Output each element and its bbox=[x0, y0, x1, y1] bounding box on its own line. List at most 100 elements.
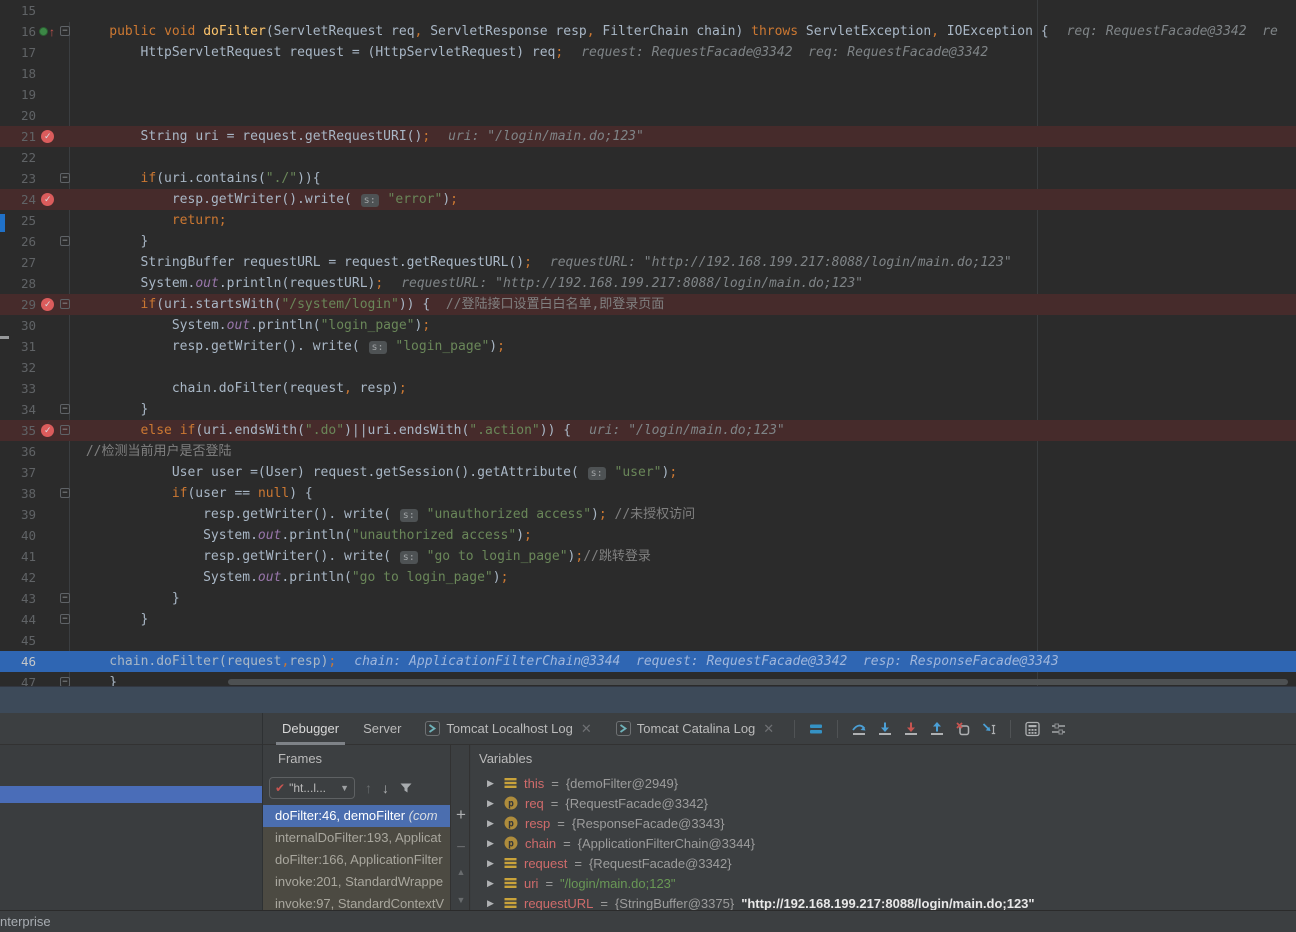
variable-row[interactable]: ▶uri="/login/main.do;123" bbox=[471, 873, 1296, 893]
variable-row[interactable]: ▶presp={ResponseFacade@3343} bbox=[471, 813, 1296, 833]
code-text[interactable] bbox=[76, 105, 1296, 126]
fold-open-icon[interactable]: − bbox=[60, 173, 70, 183]
code-text[interactable]: resp.getWriter().write( s: "error"); bbox=[76, 189, 1296, 210]
frame-up-button[interactable]: ↑ bbox=[365, 780, 372, 796]
fold-close-icon[interactable]: − bbox=[60, 677, 70, 686]
frame-row[interactable]: invoke:201, StandardWrappe bbox=[263, 871, 450, 893]
tab-tomcat-localhost-log[interactable]: Tomcat Localhost Log✕ bbox=[413, 713, 603, 745]
code-text[interactable]: HttpServletRequest request = (HttpServle… bbox=[76, 42, 1296, 63]
variable-row[interactable]: ▶request={RequestFacade@3342} bbox=[471, 853, 1296, 873]
frame-row[interactable]: invoke:97, StandardContextV bbox=[263, 893, 450, 910]
code-text[interactable]: StringBuffer requestURL = request.getReq… bbox=[76, 252, 1296, 273]
code-text[interactable]: System.out.println("unauthorized access"… bbox=[76, 525, 1296, 546]
close-icon[interactable]: ✕ bbox=[763, 721, 774, 737]
step-out-button[interactable] bbox=[924, 717, 950, 741]
code-text[interactable]: if(uri.contains("./")){ bbox=[76, 168, 1296, 189]
drop-frame-button[interactable] bbox=[950, 717, 976, 741]
variable-row[interactable]: ▶this={demoFilter@2949} bbox=[471, 773, 1296, 793]
param-hint-badge: s: bbox=[361, 194, 379, 207]
code-text[interactable]: } bbox=[76, 399, 1296, 420]
pause-button[interactable] bbox=[803, 717, 829, 741]
expand-triangle-icon[interactable]: ▶ bbox=[487, 798, 497, 809]
code-text[interactable]: //检测当前用户是否登陆 bbox=[76, 441, 1296, 462]
fold-open-icon[interactable]: − bbox=[60, 425, 70, 435]
variables-list: ▶this={demoFilter@2949}▶preq={RequestFac… bbox=[471, 773, 1296, 913]
thread-selector[interactable]: ✔ "ht...l... ▼ bbox=[269, 777, 355, 799]
filter-frames-button[interactable] bbox=[399, 781, 413, 795]
fold-close-icon[interactable]: − bbox=[60, 236, 70, 246]
force-step-into-button[interactable] bbox=[898, 717, 924, 741]
remove-watch-button[interactable]: − bbox=[451, 839, 471, 857]
code-text[interactable] bbox=[76, 147, 1296, 168]
code-text[interactable]: chain.doFilter(request, resp); bbox=[76, 378, 1296, 399]
move-up-button[interactable]: ▲ bbox=[451, 867, 471, 877]
expand-triangle-icon[interactable]: ▶ bbox=[487, 858, 497, 869]
code-text[interactable]: String uri = request.getRequestURI();uri… bbox=[76, 126, 1296, 147]
step-into-button[interactable] bbox=[872, 717, 898, 741]
close-icon[interactable]: ✕ bbox=[581, 721, 592, 737]
code-editor[interactable]: 1516↑−public void doFilter(ServletReques… bbox=[0, 0, 1296, 686]
frame-row[interactable]: doFilter:46, demoFilter (com bbox=[263, 805, 450, 827]
editor-horizontal-scrollbar[interactable] bbox=[228, 679, 1288, 685]
breakpoint-icon[interactable] bbox=[41, 130, 54, 143]
code-line: 43−} bbox=[0, 588, 1296, 609]
breakpoint-icon[interactable] bbox=[41, 298, 54, 311]
line-number: 25 bbox=[0, 210, 36, 231]
tab-tomcat-catalina-log[interactable]: Tomcat Catalina Log✕ bbox=[604, 713, 786, 745]
code-text[interactable]: resp.getWriter(). write( s: "go to login… bbox=[76, 546, 1296, 567]
move-down-button[interactable]: ▼ bbox=[451, 895, 471, 905]
step-over-button[interactable] bbox=[846, 717, 872, 741]
code-text[interactable] bbox=[76, 630, 1296, 651]
code-text[interactable]: public void doFilter(ServletRequest req,… bbox=[76, 21, 1296, 42]
fold-slot: − bbox=[58, 609, 76, 630]
code-text[interactable]: resp.getWriter(). write( s: "login_page"… bbox=[76, 336, 1296, 357]
expand-triangle-icon[interactable]: ▶ bbox=[487, 778, 497, 789]
code-text[interactable]: System.out.println(requestURL);requestUR… bbox=[76, 273, 1296, 294]
breakpoint-icon[interactable] bbox=[41, 193, 54, 206]
run-to-cursor-button[interactable] bbox=[976, 717, 1002, 741]
frame-suffix: (com bbox=[409, 808, 438, 823]
code-text[interactable]: System.out.println("login_page"); bbox=[76, 315, 1296, 336]
code-text[interactable] bbox=[76, 63, 1296, 84]
fold-open-icon[interactable]: − bbox=[60, 26, 70, 36]
variable-row[interactable]: ▶preq={RequestFacade@3342} bbox=[471, 793, 1296, 813]
tab-server[interactable]: Server bbox=[351, 713, 413, 745]
frame-row[interactable]: internalDoFilter:193, Applicat bbox=[263, 827, 450, 849]
code-text[interactable]: } bbox=[76, 609, 1296, 630]
toolbar-separator bbox=[794, 720, 795, 738]
code-text[interactable]: if(user == null) { bbox=[76, 483, 1296, 504]
code-text[interactable]: resp.getWriter(). write( s: "unauthorize… bbox=[76, 504, 1296, 525]
fold-close-icon[interactable]: − bbox=[60, 593, 70, 603]
frame-row[interactable]: doFilter:166, ApplicationFilter bbox=[263, 849, 450, 871]
code-text[interactable]: return; bbox=[76, 210, 1296, 231]
fold-close-icon[interactable]: − bbox=[60, 614, 70, 624]
code-text[interactable] bbox=[76, 0, 1296, 21]
splitter-band[interactable] bbox=[0, 686, 1296, 713]
code-text[interactable]: System.out.println("go to login_page"); bbox=[76, 567, 1296, 588]
evaluate-button[interactable] bbox=[1019, 717, 1045, 741]
code-text[interactable]: User user =(User) request.getSession().g… bbox=[76, 462, 1296, 483]
fold-open-icon[interactable]: − bbox=[60, 488, 70, 498]
code-text[interactable]: } bbox=[76, 588, 1296, 609]
expand-triangle-icon[interactable]: ▶ bbox=[487, 838, 497, 849]
add-watch-button[interactable]: + bbox=[451, 805, 471, 825]
fold-close-icon[interactable]: − bbox=[60, 404, 70, 414]
variable-row[interactable]: ▶pchain={ApplicationFilterChain@3344} bbox=[471, 833, 1296, 853]
code-text[interactable]: chain.doFilter(request,resp);chain: Appl… bbox=[76, 651, 1296, 672]
code-text[interactable] bbox=[76, 357, 1296, 378]
line-number: 35 bbox=[0, 420, 36, 441]
override-method-icon[interactable]: ↑ bbox=[39, 25, 57, 38]
breakpoint-icon[interactable] bbox=[41, 424, 54, 437]
code-text[interactable] bbox=[76, 84, 1296, 105]
code-text[interactable]: else if(uri.endsWith(".do")||uri.endsWit… bbox=[76, 420, 1296, 441]
code-text[interactable]: } bbox=[76, 231, 1296, 252]
code-text[interactable]: if(uri.startsWith("/system/login")) { //… bbox=[76, 294, 1296, 315]
expand-triangle-icon[interactable]: ▶ bbox=[487, 898, 497, 909]
frame-down-button[interactable]: ↓ bbox=[382, 780, 389, 796]
tab-debugger[interactable]: Debugger bbox=[270, 713, 351, 745]
layout-button[interactable] bbox=[1045, 717, 1071, 741]
expand-triangle-icon[interactable]: ▶ bbox=[487, 818, 497, 829]
fold-open-icon[interactable]: − bbox=[60, 299, 70, 309]
gutter-icon-slot bbox=[36, 378, 58, 399]
expand-triangle-icon[interactable]: ▶ bbox=[487, 878, 497, 889]
